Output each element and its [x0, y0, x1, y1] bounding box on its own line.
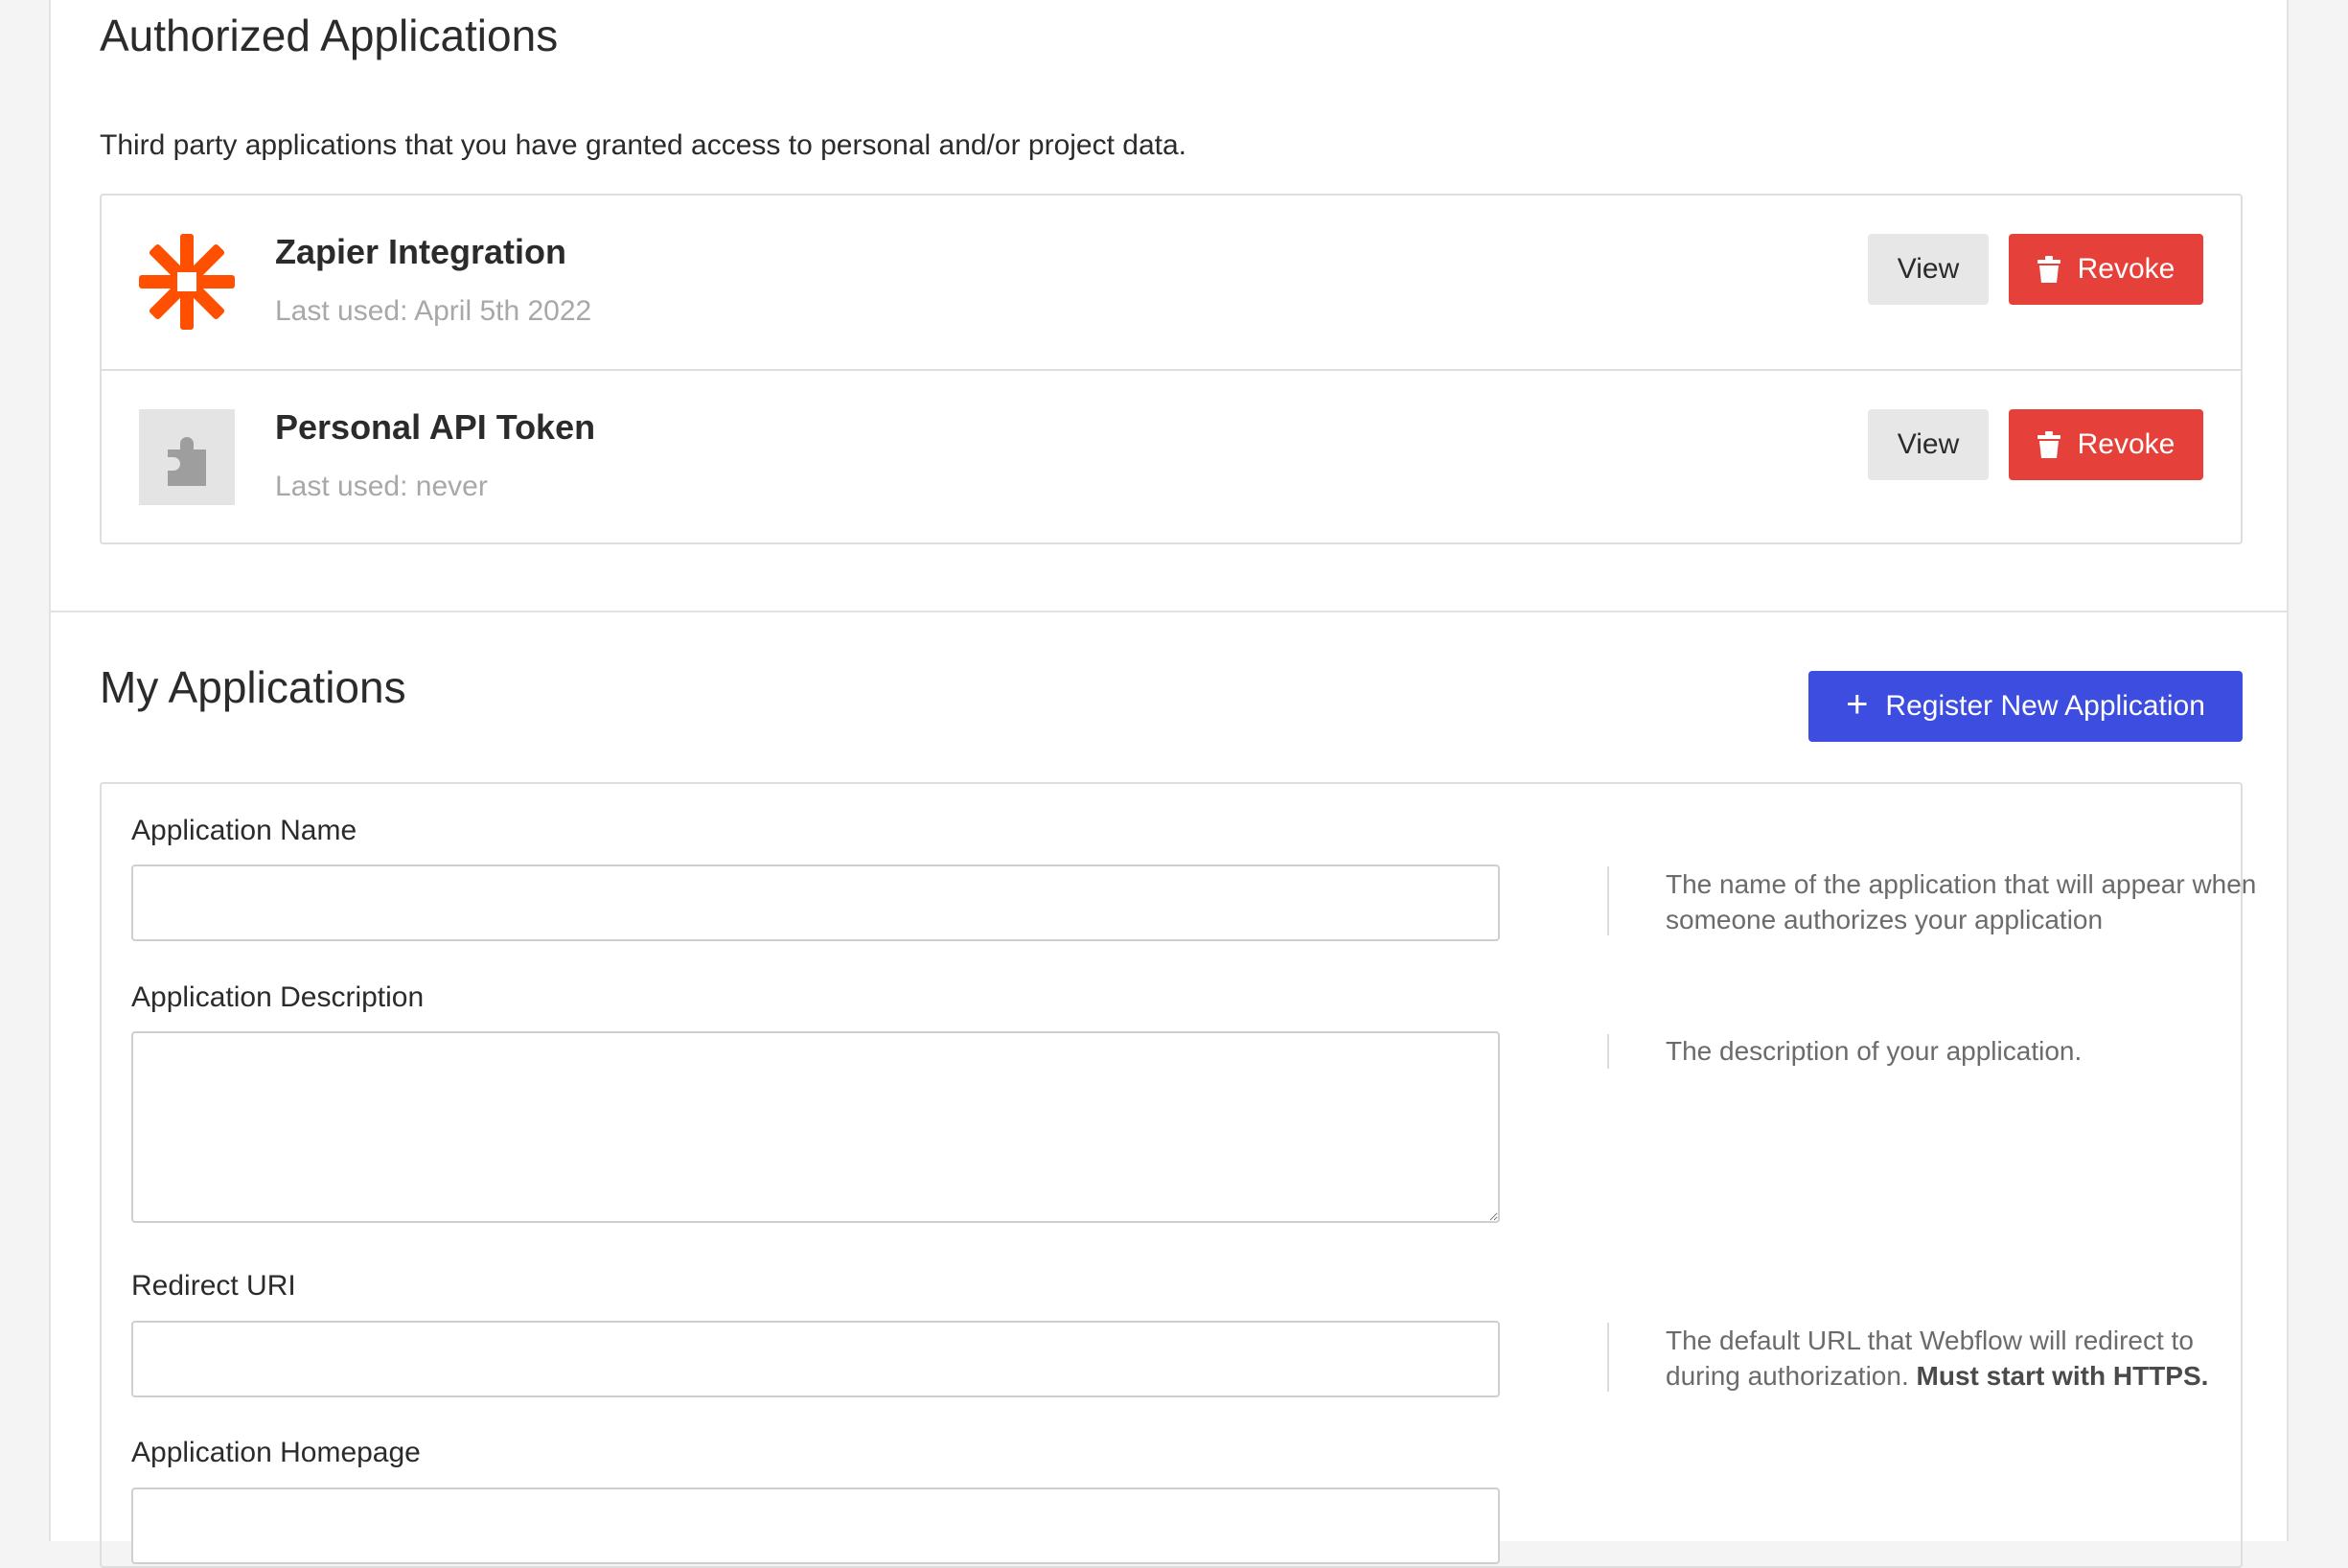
- list-item-personal-api-token: Personal API Token Last used: never View…: [102, 369, 2241, 544]
- authorized-applications-heading: Authorized Applications: [100, 11, 559, 60]
- puzzle-piece-icon: [139, 409, 235, 505]
- trash-icon: [2037, 256, 2060, 283]
- redirect-uri-help-emphasis: Must start with HTTPS.: [1916, 1361, 2209, 1391]
- revoke-button[interactable]: Revoke: [2009, 409, 2203, 480]
- settings-panel: Authorized Applications Third party appl…: [49, 0, 2289, 1568]
- application-homepage-label: Application Homepage: [131, 1437, 421, 1468]
- view-button[interactable]: View: [1868, 409, 1989, 480]
- help-divider: [1607, 866, 1609, 935]
- plus-icon: +: [1846, 683, 1869, 726]
- application-name-help: The name of the application that will ap…: [1666, 869, 2257, 934]
- register-application-form: Application Name The name of the applica…: [100, 782, 2256, 1568]
- authorized-app-list: Zapier Integration Last used: April 5th …: [100, 194, 2243, 544]
- section-divider: [51, 611, 2287, 612]
- help-divider: [1607, 1323, 1609, 1392]
- revoke-label: Revoke: [2077, 253, 2175, 285]
- my-applications-heading: My Applications: [100, 662, 406, 712]
- app-last-used: Last used: April 5th 2022: [275, 295, 592, 327]
- register-new-application-button[interactable]: + Register New Application: [1808, 671, 2243, 742]
- authorized-applications-description: Third party applications that you have g…: [100, 129, 1187, 161]
- register-label: Register New Application: [1885, 690, 2205, 722]
- zapier-asterisk-icon: [139, 234, 235, 330]
- application-homepage-input[interactable]: [131, 1487, 1500, 1564]
- revoke-button[interactable]: Revoke: [2009, 234, 2203, 305]
- help-divider: [1607, 1034, 1609, 1069]
- trash-icon: [2037, 431, 2060, 458]
- redirect-uri-label: Redirect URI: [131, 1270, 296, 1302]
- view-button[interactable]: View: [1868, 234, 1989, 305]
- application-description-textarea[interactable]: [131, 1031, 1500, 1223]
- redirect-uri-help: The default URL that Webflow will redire…: [1666, 1323, 2260, 1394]
- application-name-input[interactable]: [131, 865, 1500, 941]
- application-description-help: The description of your application.: [1666, 1036, 2083, 1066]
- app-name: Personal API Token: [275, 407, 596, 447]
- application-name-label: Application Name: [131, 815, 357, 846]
- application-description-label: Application Description: [131, 981, 425, 1013]
- revoke-label: Revoke: [2077, 428, 2175, 460]
- app-name: Zapier Integration: [275, 232, 567, 271]
- redirect-uri-input[interactable]: [131, 1321, 1500, 1397]
- list-item-zapier: Zapier Integration Last used: April 5th …: [102, 196, 2241, 369]
- app-last-used: Last used: never: [275, 471, 488, 502]
